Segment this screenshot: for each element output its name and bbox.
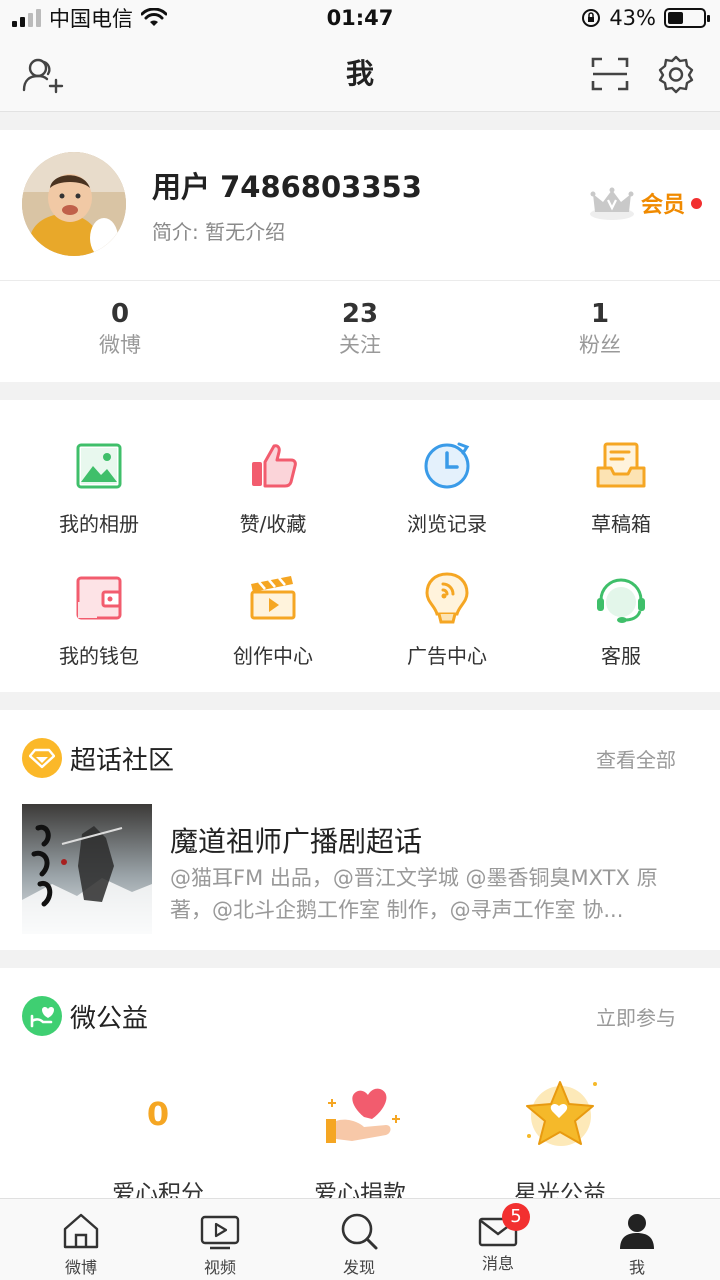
super-topic-section: 超话社区 查看全部 魔道祖师广播剧超话 @猫耳FM 出品，@晋江文学城 @墨香铜… [0, 710, 720, 950]
unread-badge: 5 [502, 1203, 530, 1231]
customer-service-icon [597, 578, 645, 623]
wallet-icon [76, 576, 122, 620]
tab-video[interactable]: 视频 [150, 1199, 290, 1280]
scan-icon[interactable] [586, 52, 634, 96]
tool-label: 赞/收藏 [239, 512, 307, 536]
stat-label: 微博 [99, 333, 141, 357]
tab-label: 发现 [342, 1258, 375, 1277]
topic-cover-image[interactable] [22, 804, 152, 934]
battery-percent: 43% [609, 6, 656, 30]
charity-section: 微公益 立即参与 0 爱心积分 爱心捐款 星光公益 [0, 968, 720, 1207]
topic-description: @猫耳FM 出品，@晋江文学城 @墨香铜臭MXTX 原著，@北斗企鹅工作室 制作… [170, 866, 658, 922]
tab-bar: 微博 视频 发现 5 消息 我 [0, 1198, 720, 1280]
section-title: 微公益 [70, 1003, 149, 1034]
stat-value: 23 [341, 299, 379, 329]
vip-label: 会员 [640, 193, 685, 218]
tab-label: 微博 [64, 1258, 97, 1277]
battery-icon [664, 8, 710, 28]
stat-label: 关注 [339, 333, 381, 357]
album-icon [76, 443, 122, 489]
drafts-icon [596, 442, 646, 488]
tab-discover[interactable]: 发现 [289, 1199, 429, 1280]
charity-donation[interactable]: 爱心捐款 [260, 1074, 460, 1210]
tab-label: 我 [628, 1258, 645, 1277]
creator-icon [250, 576, 296, 620]
tool-label: 广告中心 [407, 644, 487, 668]
tool-likes[interactable]: 赞/收藏 [186, 438, 360, 538]
tab-me[interactable]: 我 [567, 1199, 707, 1280]
status-bar: 中国电信 01:47 43% [0, 0, 720, 36]
super-topic-diamond-icon [22, 738, 62, 778]
username[interactable]: 用户 7486803353 [152, 164, 422, 206]
tool-customer-service[interactable]: 客服 [534, 570, 708, 670]
tool-label: 我的相册 [59, 512, 139, 536]
stat-value: 1 [590, 299, 610, 329]
like-icon [252, 444, 297, 488]
tab-weibo[interactable]: 微博 [11, 1199, 151, 1280]
tool-label: 客服 [601, 644, 641, 668]
join-now-link[interactable]: 立即参与 [596, 1002, 676, 1031]
donation-heart-icon [326, 1088, 400, 1143]
tab-label: 消息 [481, 1254, 514, 1273]
avatar[interactable] [22, 152, 126, 256]
user-bio[interactable]: 简介: 暂无介绍 [152, 216, 285, 245]
star-badge-icon [526, 1081, 597, 1146]
tool-wallet[interactable]: 我的钱包 [12, 570, 186, 670]
profile-card: 用户 7486803353 简介: 暂无介绍 会员 0 微博 23 关注 1 粉… [0, 130, 720, 382]
stat-followers[interactable]: 1 粉丝 [480, 298, 720, 360]
tab-label: 视频 [203, 1258, 236, 1277]
nav-bar: 我 [0, 36, 720, 112]
discover-search-icon [341, 1213, 378, 1250]
charity-starlight[interactable]: 星光公益 [460, 1074, 660, 1210]
tool-label: 草稿箱 [591, 512, 651, 536]
vip-badge[interactable]: 会员 [589, 186, 702, 220]
notification-dot [691, 197, 702, 209]
history-icon [424, 442, 470, 489]
tool-label: 创作中心 [233, 644, 313, 668]
charity-love-points[interactable]: 0 爱心积分 [58, 1074, 258, 1210]
ad-icon [425, 572, 469, 624]
stat-value: 0 [110, 299, 130, 329]
tool-label: 浏览记录 [407, 512, 487, 536]
stat-weibo[interactable]: 0 微博 [0, 298, 240, 360]
section-title: 超话社区 [70, 745, 175, 776]
topic-name[interactable]: 魔道祖师广播剧超话 [170, 820, 422, 860]
tab-messages[interactable]: 5 消息 [428, 1199, 568, 1280]
tool-label: 我的钱包 [59, 644, 139, 668]
settings-icon[interactable] [652, 52, 700, 96]
tool-drafts[interactable]: 草稿箱 [534, 438, 708, 538]
tools-grid: 我的相册 赞/收藏 浏览记录 草稿箱 我的钱包 创作中心 广告中心 客服 [0, 400, 720, 692]
stat-following[interactable]: 23 关注 [240, 298, 480, 360]
tool-album[interactable]: 我的相册 [12, 438, 186, 538]
crown-icon [589, 187, 634, 220]
tool-ad-center[interactable]: 广告中心 [360, 570, 534, 670]
tool-history[interactable]: 浏览记录 [360, 438, 534, 538]
divider [0, 280, 720, 281]
tool-creator[interactable]: 创作中心 [186, 570, 360, 670]
charity-hand-heart-icon [22, 996, 62, 1036]
orientation-lock-icon [582, 9, 601, 27]
stat-label: 粉丝 [579, 333, 621, 357]
view-all-link[interactable]: 查看全部 [596, 744, 676, 773]
love-points-value: 0 [146, 1095, 170, 1133]
profile-icon [620, 1214, 654, 1249]
video-icon [200, 1215, 240, 1250]
home-icon [63, 1213, 99, 1249]
